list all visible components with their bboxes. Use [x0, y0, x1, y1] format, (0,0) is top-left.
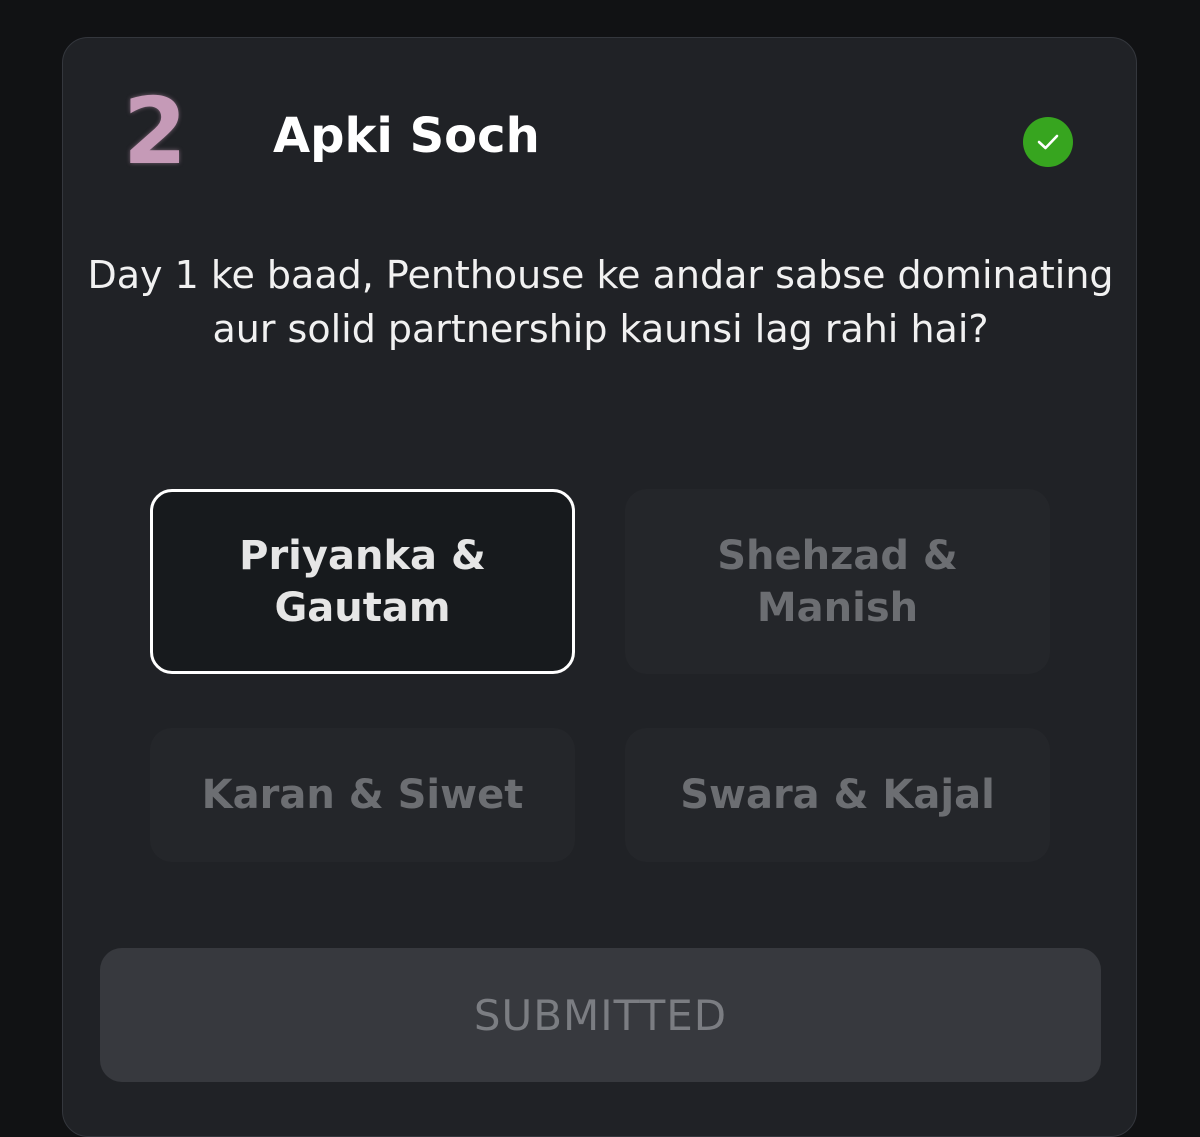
- option-shehzad-manish[interactable]: Shehzad & Manish: [625, 489, 1050, 674]
- option-label: Priyanka & Gautam: [239, 532, 486, 631]
- option-label: Swara & Kajal: [680, 772, 995, 818]
- question-number: 2: [123, 78, 188, 185]
- option-swara-kajal[interactable]: Swara & Kajal: [625, 728, 1050, 862]
- option-karan-siwet[interactable]: Karan & Siwet: [150, 728, 575, 862]
- option-label: Shehzad & Manish: [717, 532, 958, 631]
- poll-title: Apki Soch: [273, 108, 540, 164]
- checkmark-glyph: [1037, 134, 1059, 150]
- poll-card: 2 Apki Soch Day 1 ke baad, Penthouse ke …: [62, 37, 1137, 1137]
- submitted-button[interactable]: SUBMITTED: [100, 948, 1101, 1082]
- option-priyanka-gautam[interactable]: Priyanka & Gautam: [150, 489, 575, 674]
- option-label: Karan & Siwet: [201, 772, 524, 818]
- submitted-label: SUBMITTED: [473, 990, 728, 1040]
- question-text: Day 1 ke baad, Penthouse ke andar sabse …: [87, 253, 1114, 351]
- check-circle-icon: [1023, 117, 1073, 167]
